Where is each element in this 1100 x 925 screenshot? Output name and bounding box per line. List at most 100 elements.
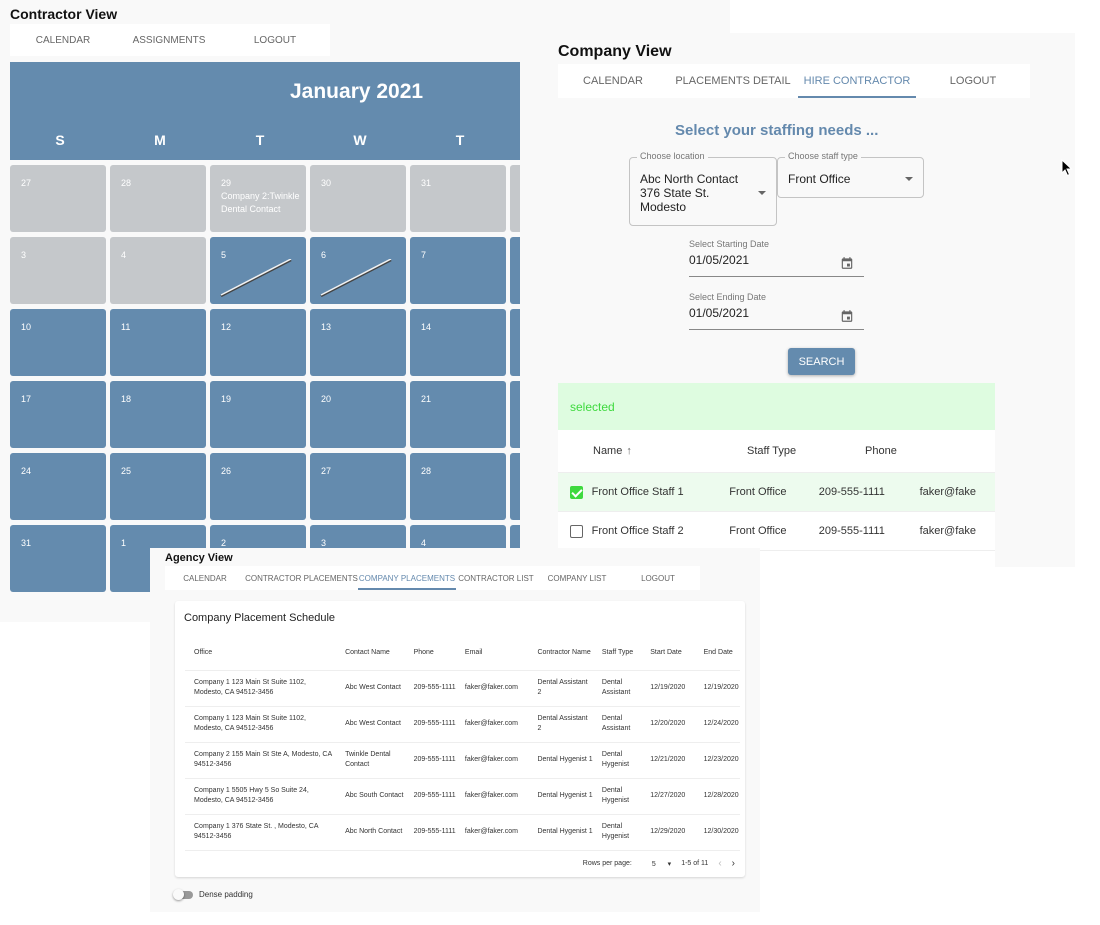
tab-logout[interactable]: LOGOUT [222, 24, 328, 56]
column-header-phone[interactable]: Phone [845, 445, 952, 457]
row-checkbox[interactable] [570, 485, 583, 499]
toggle-switch[interactable] [173, 888, 193, 900]
dropdown-arrow-icon [758, 191, 766, 195]
day-number: 31 [421, 178, 432, 188]
table-cell: 209-555-1111 [404, 814, 456, 851]
day-number: 13 [321, 322, 332, 332]
end-date-field[interactable]: Select Ending Date 01/05/2021 [689, 292, 864, 330]
column-header-name[interactable]: Name ↑ [593, 445, 739, 457]
calendar-day-cell[interactable]: 31 [10, 525, 106, 592]
row-checkbox[interactable] [570, 524, 583, 538]
table-cell: Dental Hygenist [592, 742, 642, 779]
table-row[interactable]: Company 2 155 Main St Ste A, Modesto, CA… [185, 742, 740, 779]
calendar-day-cell[interactable] [510, 453, 520, 520]
calendar-day-cell[interactable]: 5 [210, 237, 306, 304]
calendar-day-cell[interactable]: 30 [310, 165, 406, 232]
calendar-day-cell[interactable]: 3 [10, 237, 106, 304]
tab-logout[interactable]: LOGOUT [618, 566, 698, 590]
calendar-day-cell[interactable] [510, 309, 520, 376]
calendar-day-cell[interactable]: 4 [110, 237, 206, 304]
table-cell: 209-555-1111 [404, 778, 456, 815]
column-header: Email [455, 637, 529, 671]
calendar-day-cell[interactable]: 28 [110, 165, 206, 232]
tab-calendar[interactable]: CALENDAR [165, 566, 245, 590]
tab-logout[interactable]: LOGOUT [916, 64, 1030, 98]
calendar-day-cell[interactable]: 28 [410, 453, 506, 520]
calendar-day-cell[interactable]: 27 [310, 453, 406, 520]
tab-contractor-list[interactable]: CONTRACTOR LIST [456, 566, 536, 590]
calendar-day-cell[interactable]: 6 [310, 237, 406, 304]
weekday-label: M [154, 132, 166, 148]
calendar-day-cell[interactable]: 27 [10, 165, 106, 232]
calendar-month-label: January 2021 [290, 80, 424, 103]
staff-table: selected Name ↑ Staff Type Phone Front Of… [558, 383, 995, 567]
calendar-day-cell[interactable]: 17 [10, 381, 106, 448]
search-button[interactable]: SEARCH [788, 348, 855, 375]
table-row[interactable]: Company 1 123 Main St Suite 1102, Modest… [185, 670, 740, 707]
staff-type-select[interactable]: Choose staff type Front Office [777, 151, 924, 198]
day-number: 4 [121, 250, 127, 260]
tab-contractor-placements[interactable]: CONTRACTOR PLACEMENTS [245, 566, 358, 590]
calendar-icon[interactable] [840, 256, 854, 270]
rows-per-page-select[interactable]: 5 ▾ [642, 860, 671, 868]
table-cell: Company 1 123 Main St Suite 1102, Modest… [185, 670, 337, 707]
column-header: Contact Name [336, 637, 405, 671]
dense-padding-label: Dense padding [199, 890, 253, 899]
tab-company-placements[interactable]: COMPANY PLACEMENTS [358, 566, 456, 590]
calendar-day-cell[interactable]: 12 [210, 309, 306, 376]
location-select-label: Choose location [637, 151, 708, 161]
staff-row[interactable]: Front Office Staff 2 Front Office 209-55… [558, 512, 995, 551]
calendar-week-row: 24 25 26 27 28 [10, 453, 520, 525]
weekday-label: W [353, 132, 367, 148]
calendar-day-cell[interactable]: 26 [210, 453, 306, 520]
tab-company-list[interactable]: COMPANY LIST [536, 566, 618, 590]
tab-placements-detail[interactable]: PLACEMENTS DETAIL [668, 64, 798, 98]
tab-assignments[interactable]: ASSIGNMENTS [116, 24, 222, 56]
calendar-day-cell[interactable] [510, 165, 520, 232]
tab-calendar[interactable]: CALENDAR [10, 24, 116, 56]
sort-ascending-icon[interactable]: ↑ [626, 445, 632, 457]
location-line: 376 State St. [640, 186, 710, 200]
start-date-field[interactable]: Select Starting Date 01/05/2021 [689, 239, 864, 277]
table-cell: 12/30/2020 [694, 814, 740, 851]
calendar-day-cell[interactable] [510, 381, 520, 448]
column-header: Staff Type [592, 637, 642, 671]
calendar-day-cell[interactable]: 14 [410, 309, 506, 376]
tab-calendar[interactable]: CALENDAR [558, 64, 668, 98]
calendar-day-cell[interactable]: 11 [110, 309, 206, 376]
calendar-day-cell[interactable]: 20 [310, 381, 406, 448]
location-select[interactable]: Choose location Abc North Contact 376 St… [629, 151, 777, 226]
calendar-day-cell[interactable]: 10 [10, 309, 106, 376]
start-date-value: 01/05/2021 [689, 253, 750, 267]
calendar-day-cell[interactable]: 18 [110, 381, 206, 448]
staff-row[interactable]: Front Office Staff 1 Front Office 209-55… [558, 473, 995, 512]
calendar-day-cell[interactable]: 13 [310, 309, 406, 376]
next-page-icon[interactable]: › [732, 858, 735, 869]
selected-toolbar: selected [558, 383, 995, 430]
calendar-day-cell[interactable]: 7 [410, 237, 506, 304]
calendar-day-cell[interactable]: 21 [410, 381, 506, 448]
weekday-header: SMTWT [10, 132, 510, 148]
table-row[interactable]: Company 1 123 Main St Suite 1102, Modest… [185, 706, 740, 743]
calendar-day-cell[interactable]: 29 Company 2:Twinkle Dental Contact [210, 165, 306, 232]
staff-email: faker@fake [919, 525, 977, 537]
calendar-event[interactable]: Company 2:Twinkle Dental Contact [221, 190, 301, 216]
table-row[interactable]: Company 1 5505 Hwy 5 So Suite 24, Modest… [185, 778, 740, 815]
dense-padding-toggle[interactable]: Dense padding [173, 888, 253, 900]
column-header: End Date [694, 637, 740, 671]
calendar-day-cell[interactable]: 19 [210, 381, 306, 448]
calendar-day-cell[interactable]: 25 [110, 453, 206, 520]
tab-hire-contractor[interactable]: HIRE CONTRACTOR [798, 64, 916, 98]
column-header-staff-type[interactable]: Staff Type [739, 445, 845, 457]
table-cell: Dental Assistant 2 [528, 670, 593, 707]
weekday-label: T [255, 132, 265, 148]
page-range: 1-5 of 11 [681, 860, 709, 867]
calendar-day-cell[interactable] [510, 237, 520, 304]
previous-page-icon[interactable]: ‹ [718, 858, 721, 869]
calendar-icon[interactable] [840, 309, 854, 323]
day-number: 30 [321, 178, 332, 188]
table-row[interactable]: Company 1 376 State St. , Modesto, CA 94… [185, 814, 740, 851]
calendar-day-cell[interactable]: 24 [10, 453, 106, 520]
day-number: 14 [421, 322, 432, 332]
calendar-day-cell[interactable]: 31 [410, 165, 506, 232]
